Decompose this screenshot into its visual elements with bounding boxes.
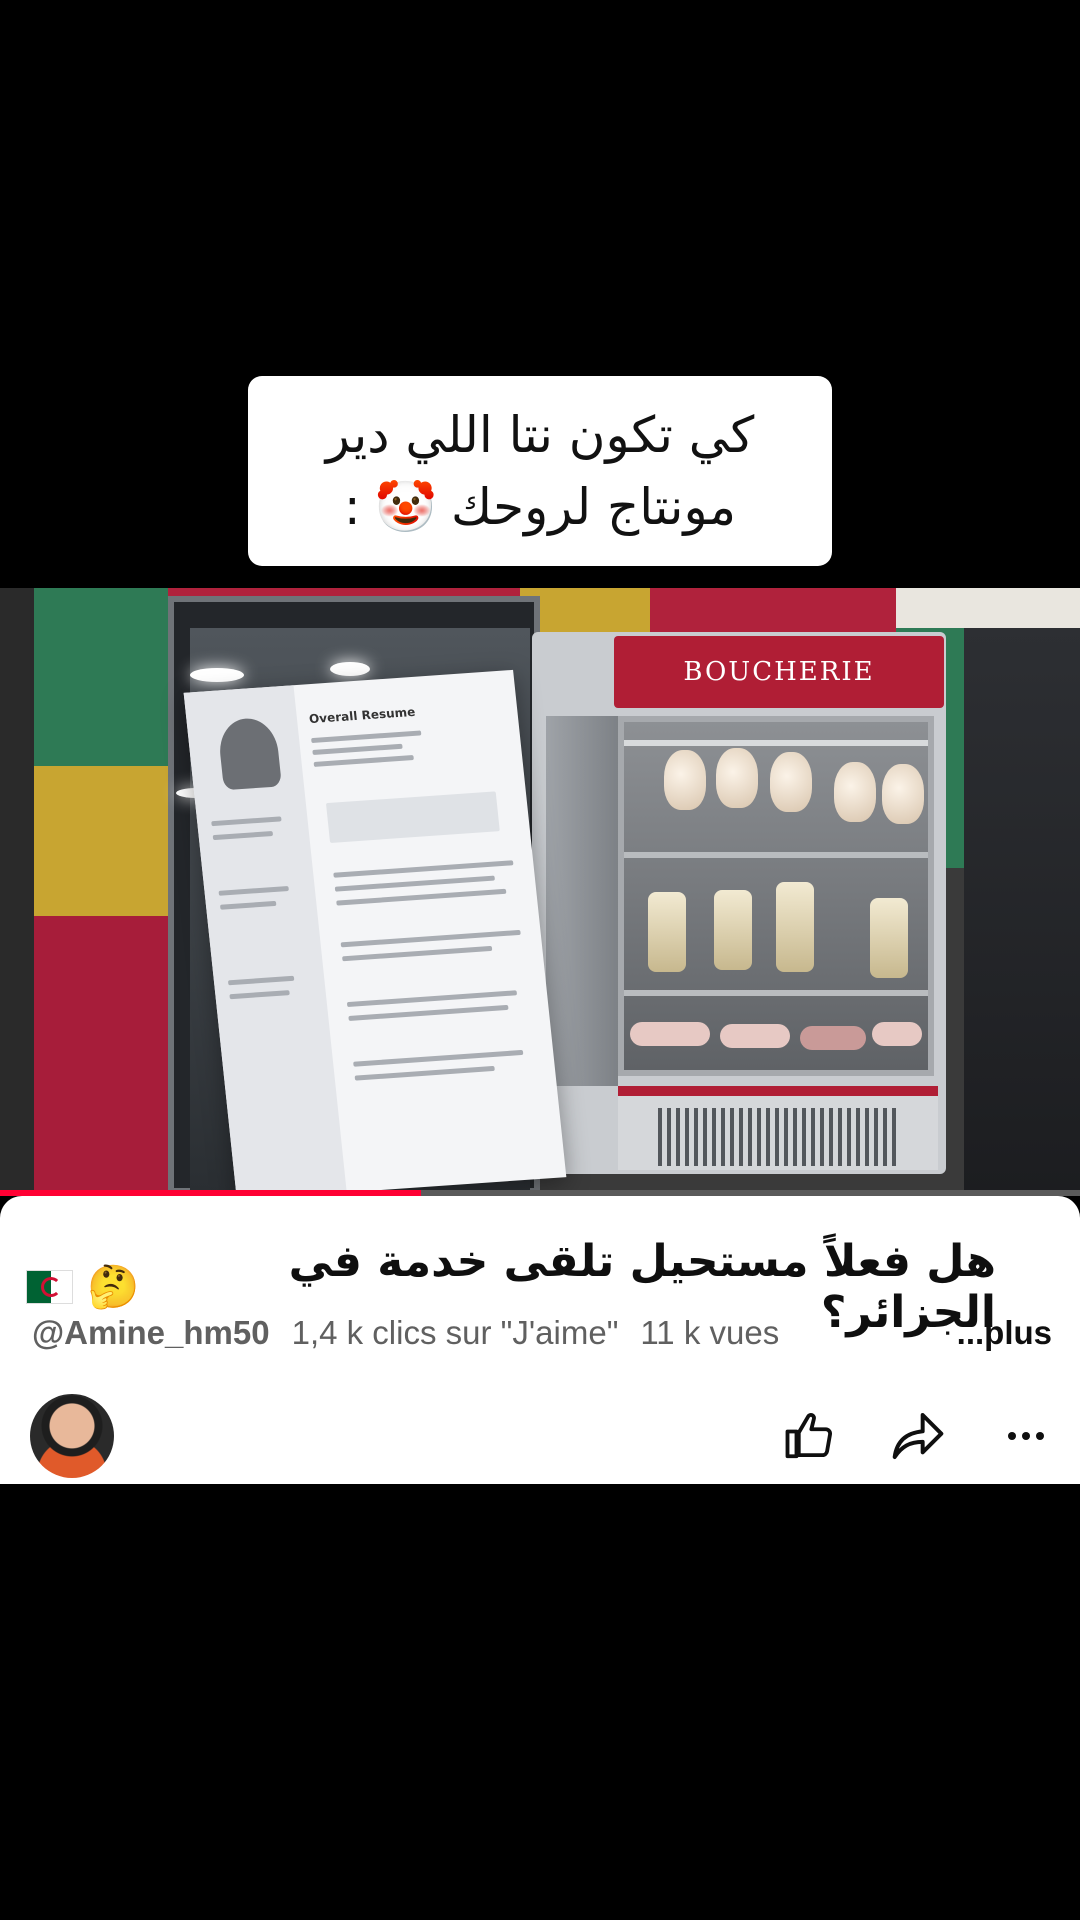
wall-right bbox=[964, 628, 1080, 1194]
clown-emoji: 🤡 bbox=[374, 478, 438, 536]
more-options-button[interactable] bbox=[996, 1406, 1056, 1466]
hanging-chicken bbox=[882, 764, 924, 824]
meat-bag bbox=[870, 898, 908, 978]
hanging-chicken bbox=[664, 750, 706, 810]
ceiling-light bbox=[330, 662, 370, 676]
wall-tile-red bbox=[34, 916, 168, 1194]
wall-tile-yellow bbox=[34, 766, 168, 916]
shorts-screen: كي تكون نتا اللي دير مونتاج لروحك 🤡 : BO… bbox=[0, 0, 1080, 1920]
more-dots-icon bbox=[1008, 1432, 1044, 1440]
resume-line bbox=[334, 875, 495, 892]
resume-overlay: Overall Resume bbox=[183, 669, 567, 1194]
fridge-window bbox=[618, 716, 934, 1076]
resume-line bbox=[346, 990, 518, 1008]
hanging-chicken bbox=[834, 762, 876, 822]
algeria-flag-icon bbox=[26, 1270, 74, 1304]
action-bar bbox=[0, 1392, 1080, 1484]
resume-line bbox=[336, 888, 507, 906]
resume-line bbox=[340, 929, 521, 948]
meat-cuts bbox=[872, 1022, 922, 1046]
video-caption: كي تكون نتا اللي دير مونتاج لروحك 🤡 : bbox=[248, 376, 832, 566]
thumbs-up-icon bbox=[785, 1412, 832, 1459]
hanging-chicken bbox=[716, 748, 758, 808]
fridge-side-panel bbox=[546, 716, 618, 1086]
fridge-vent bbox=[658, 1108, 898, 1166]
share-button[interactable] bbox=[888, 1406, 948, 1466]
video-player[interactable]: BOUCHERIE Overall Resume bbox=[0, 588, 1080, 1194]
like-button[interactable] bbox=[780, 1406, 840, 1466]
fridge-shelf bbox=[624, 990, 928, 996]
resume-line bbox=[348, 1004, 509, 1021]
ceiling-light bbox=[190, 668, 244, 682]
meat-cuts bbox=[800, 1026, 866, 1050]
resume-line bbox=[325, 791, 500, 843]
meat-bag bbox=[776, 882, 814, 972]
resume-heading: Overall Resume bbox=[308, 704, 416, 727]
dot bbox=[1036, 1432, 1044, 1440]
video-meta: @Amine_hm50 1,4 k clics sur "J'aime" 11 … bbox=[32, 1314, 1052, 1352]
resume-line bbox=[354, 1065, 495, 1081]
meat-bag bbox=[648, 892, 686, 972]
meat-cuts bbox=[720, 1024, 790, 1048]
channel-handle[interactable]: @Amine_hm50 bbox=[32, 1314, 270, 1352]
meat-bag bbox=[714, 890, 752, 970]
caption-text: مونتاج لروحك bbox=[451, 478, 737, 536]
wall-tile-green bbox=[34, 588, 168, 766]
caption-line-1: كي تكون نتا اللي دير bbox=[325, 406, 755, 464]
caption-line-2: مونتاج لروحك 🤡 : bbox=[344, 471, 736, 543]
dot bbox=[1008, 1432, 1016, 1440]
resume-line bbox=[311, 730, 422, 744]
share-arrow-icon bbox=[892, 1413, 944, 1459]
caption-colon: : bbox=[343, 478, 361, 536]
display-fridge: BOUCHERIE bbox=[532, 632, 946, 1174]
resume-line bbox=[312, 743, 403, 756]
resume-line bbox=[342, 945, 493, 962]
fridge-shelf bbox=[624, 740, 928, 746]
fridge-shelf bbox=[624, 852, 928, 858]
hanging-chicken bbox=[770, 752, 812, 812]
fridge-base bbox=[618, 1086, 938, 1170]
resume-line bbox=[313, 754, 414, 767]
shop-sign-text: BOUCHERIE bbox=[683, 657, 875, 687]
meat-cuts bbox=[630, 1022, 710, 1046]
flag-crescent bbox=[41, 1277, 61, 1297]
resume-line bbox=[353, 1049, 524, 1067]
wall-left bbox=[0, 588, 36, 1194]
more-link[interactable]: ...plus bbox=[957, 1314, 1052, 1352]
channel-avatar[interactable] bbox=[30, 1394, 114, 1478]
video-info-panel: هل فعلاً مستحيل تلقى خدمة في الجزائر؟ 🤔 … bbox=[0, 1196, 1080, 1484]
shop-sign: BOUCHERIE bbox=[614, 636, 944, 708]
like-count: 1,4 k clics sur "J'aime" bbox=[291, 1314, 619, 1351]
thinking-emoji: 🤔 bbox=[87, 1262, 140, 1311]
view-count: 11 k vues bbox=[640, 1314, 780, 1351]
dot bbox=[1022, 1432, 1030, 1440]
